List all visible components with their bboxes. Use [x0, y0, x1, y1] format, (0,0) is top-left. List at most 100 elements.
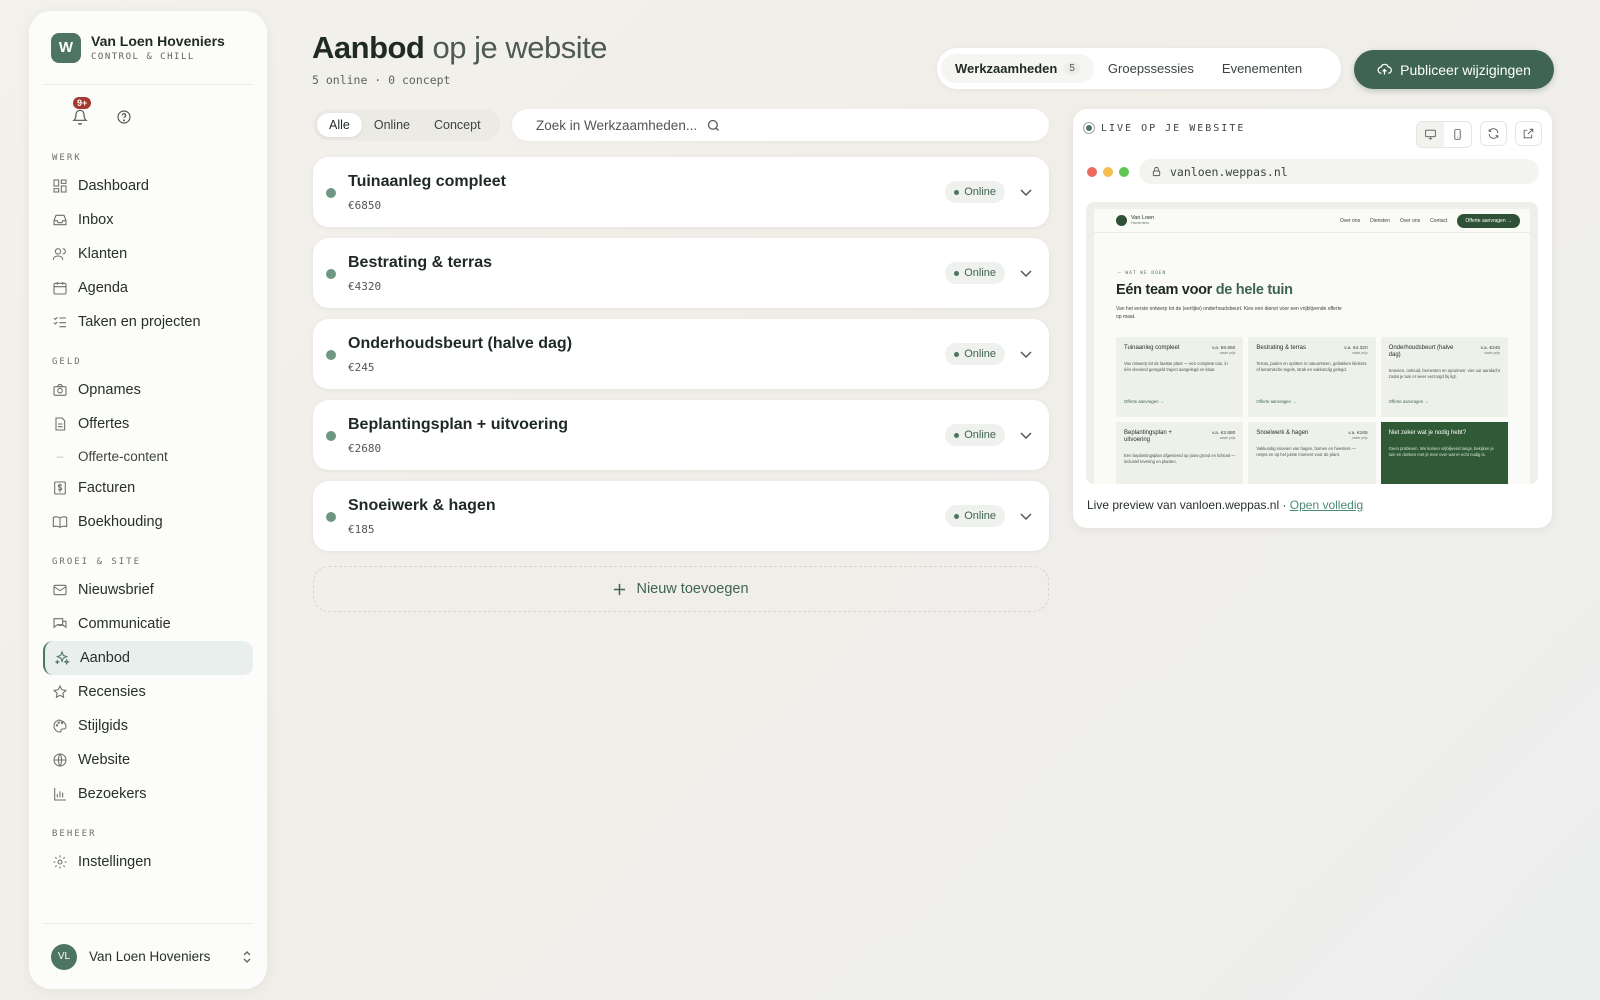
nav-label: Bezoekers: [78, 786, 147, 802]
chevron-down-icon[interactable]: [1019, 347, 1033, 361]
nav-label: Nieuwsbrief: [78, 582, 154, 598]
filter-concept[interactable]: Concept: [422, 113, 493, 137]
title-rest: op je website: [424, 30, 607, 65]
nav-communicatie[interactable]: Communicatie: [43, 607, 253, 641]
nav-boekhouding[interactable]: Boekhouding: [43, 505, 253, 539]
mail-icon: [53, 584, 67, 596]
calendar-icon: [53, 282, 67, 295]
refresh-icon: [1488, 128, 1499, 139]
nav-taken[interactable]: Taken en projecten: [43, 305, 253, 339]
nav-bezoekers[interactable]: Bezoekers: [43, 777, 253, 811]
bell-icon: [72, 109, 88, 125]
status-filter: Alle Online Concept: [313, 109, 500, 141]
nav-label: Recensies: [78, 684, 146, 700]
sparkles-icon: [54, 650, 70, 666]
chevron-down-icon[interactable]: [1019, 428, 1033, 442]
chevron-down-icon[interactable]: [1019, 509, 1033, 523]
status-label: Online: [964, 186, 996, 198]
section-label: WERK: [52, 153, 82, 163]
nav-opnames[interactable]: Opnames: [43, 373, 253, 407]
nav-stijlgids[interactable]: Stijlgids: [43, 709, 253, 743]
status-badge: Online: [945, 424, 1005, 446]
publish-button[interactable]: Publiceer wijzigingen: [1354, 50, 1554, 89]
account-name: Van Loen Hoveniers: [89, 949, 211, 964]
service-card[interactable]: Bestrating & terras €4320 Online: [313, 238, 1049, 308]
nav-website[interactable]: Website: [43, 743, 253, 777]
notifications-button[interactable]: 9+: [69, 97, 92, 128]
chevron-down-icon[interactable]: [1019, 185, 1033, 199]
service-card[interactable]: Tuinaanleg compleet €6850 Online: [313, 157, 1049, 227]
tab-werkzaamheden[interactable]: Werkzaamheden 5: [941, 54, 1094, 83]
brand-name: Van Loen Hoveniers: [91, 33, 225, 49]
lock-icon: [1152, 166, 1161, 177]
nav-nieuwsbrief[interactable]: Nieuwsbrief: [43, 573, 253, 607]
tab-evenementen[interactable]: Evenementen: [1208, 54, 1316, 83]
service-card[interactable]: Snoeiwerk & hagen €185 Online: [313, 481, 1049, 551]
close-dot-icon: [1087, 167, 1097, 177]
brand[interactable]: W Van Loen Hoveniers CONTROL & CHILL: [43, 11, 253, 85]
site-service-card: Snoeiwerk & hagen v.a. €185 vaste prijs V…: [1248, 422, 1376, 484]
service-title: Tuinaanleg compleet: [348, 173, 506, 190]
nav-section-werk: WERK Dashboard Inbox Klanten Agenda Take…: [43, 147, 253, 339]
category-tabs: Werkzaamheden 5 Groepssessies Evenementen: [937, 48, 1341, 89]
status-label: Online: [964, 348, 996, 360]
status-badge: Online: [945, 343, 1005, 365]
nav-label: Klanten: [78, 246, 128, 262]
nav-label: Taken en projecten: [78, 314, 201, 330]
nav-agenda[interactable]: Agenda: [43, 271, 253, 305]
nav-dashboard[interactable]: Dashboard: [43, 169, 253, 203]
search-icon: [707, 119, 719, 131]
nav-recensies[interactable]: Recensies: [43, 675, 253, 709]
add-new-button[interactable]: Nieuw toevoegen: [313, 566, 1049, 612]
gear-icon: [53, 855, 67, 869]
open-external-button[interactable]: [1515, 121, 1542, 146]
service-price: €4320: [348, 280, 382, 293]
live-preview-panel: LIVE OP JE WEBSITE vanloen.weppas.nl Van…: [1073, 109, 1552, 528]
inbox-icon: [53, 214, 67, 226]
site-service-card: Tuinaanleg compleet v.a. €6.850 vaste pri…: [1116, 337, 1244, 417]
grid-icon: [53, 179, 67, 193]
site-logo-icon: [1116, 215, 1127, 226]
nav-section-geld: GELD Opnames Offertes – Offerte-content F…: [43, 351, 253, 539]
section-label: GELD: [52, 357, 82, 367]
search-input[interactable]: [536, 117, 706, 133]
status-dot: [326, 512, 336, 522]
monitor-icon: [1425, 129, 1436, 140]
nav-section-beheer: BEHEER Instellingen: [43, 823, 253, 879]
open-full-link[interactable]: Open volledig: [1290, 498, 1363, 512]
tab-groepssessies[interactable]: Groepssessies: [1094, 54, 1208, 83]
status-label: Online: [964, 267, 996, 279]
nav-aanbod[interactable]: Aanbod: [43, 641, 253, 675]
desktop-view-button[interactable]: [1417, 122, 1444, 147]
cloud-upload-icon: [1377, 63, 1393, 75]
filter-online[interactable]: Online: [362, 113, 422, 137]
chevron-down-icon[interactable]: [1019, 266, 1033, 280]
service-card[interactable]: Beplantingsplan + uitvoering €2680 Onlin…: [313, 400, 1049, 470]
filter-alle[interactable]: Alle: [317, 113, 362, 137]
service-card[interactable]: Onderhoudsbeurt (halve dag) €245 Online: [313, 319, 1049, 389]
site-brand: Van Loen Hoveniers: [1131, 215, 1155, 226]
section-label: BEHEER: [52, 829, 97, 839]
nav-offertes[interactable]: Offertes: [43, 407, 253, 441]
nav-offerte-content[interactable]: – Offerte-content: [43, 441, 253, 471]
nav-instellingen[interactable]: Instellingen: [43, 845, 253, 879]
brand-tagline: CONTROL & CHILL: [91, 52, 195, 62]
plus-icon: [614, 583, 626, 595]
nav-inbox[interactable]: Inbox: [43, 203, 253, 237]
nav-label: Opnames: [78, 382, 141, 398]
refresh-button[interactable]: [1480, 121, 1507, 146]
website-preview[interactable]: Van Loen Hoveniers Over ons Diensten Over…: [1086, 202, 1538, 484]
caption-text: Live preview van vanloen.weppas.nl ·: [1087, 498, 1290, 512]
site-nav-link: Over ons: [1339, 217, 1361, 224]
nav-facturen[interactable]: Facturen: [43, 471, 253, 505]
nav-klanten[interactable]: Klanten: [43, 237, 253, 271]
account-switcher[interactable]: VL Van Loen Hoveniers: [43, 923, 253, 989]
mobile-view-button[interactable]: [1444, 122, 1471, 147]
tab-label: Evenementen: [1221, 61, 1303, 76]
site-cta: Offerte aanvragen →: [1457, 213, 1520, 228]
dollar-icon: [54, 481, 66, 495]
page-title: Aanbod op je website: [312, 30, 607, 66]
site-service-card: Beplantingsplan + uitvoering v.a. €2.680…: [1116, 422, 1244, 484]
help-button[interactable]: [113, 106, 135, 128]
brand-logo: W: [51, 32, 81, 63]
